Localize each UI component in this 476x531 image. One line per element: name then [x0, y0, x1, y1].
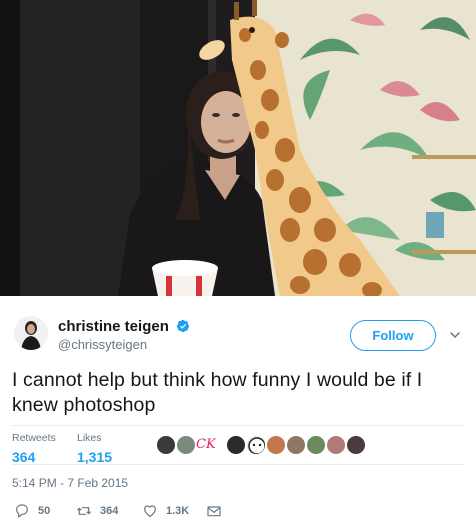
likes-label: Likes: [77, 432, 102, 444]
liker-avatar[interactable]: [326, 435, 346, 455]
follow-button[interactable]: Follow: [350, 320, 436, 351]
liker-avatar[interactable]: [346, 435, 366, 455]
tweet-photo[interactable]: [0, 0, 476, 296]
photo-image: [0, 0, 476, 296]
likes-stat[interactable]: Likes 1,315: [77, 432, 112, 466]
retweet-icon: [76, 507, 92, 515]
liker-avatar[interactable]: [246, 435, 266, 455]
tweet-card: christine teigen @chrissyteigen Follow I…: [0, 296, 476, 531]
divider: [12, 464, 464, 465]
verified-badge-icon: [176, 319, 190, 333]
liker-avatar[interactable]: [226, 435, 246, 455]
envelope-icon: [207, 506, 221, 517]
liker-avatar[interactable]: [176, 435, 196, 455]
liker-avatar[interactable]: [306, 435, 326, 455]
direct-message-button[interactable]: [206, 502, 230, 520]
liker-avatar-ck[interactable]: CK: [196, 435, 226, 455]
tweet-text: I cannot help but think how funny I woul…: [12, 369, 423, 416]
retweet-count: 364: [100, 505, 119, 517]
reply-button[interactable]: 50: [14, 502, 50, 520]
retweets-stat[interactable]: Retweets 364: [12, 432, 56, 466]
liker-avatar[interactable]: [266, 435, 286, 455]
reply-count: 50: [38, 505, 51, 517]
retweet-button[interactable]: 364: [76, 502, 118, 520]
avatar[interactable]: [14, 316, 48, 350]
heart-icon: [144, 505, 156, 517]
ck-monogram: CK: [196, 437, 216, 452]
chevron-down-icon[interactable]: [449, 329, 461, 341]
author-display-name[interactable]: christine teigen: [58, 318, 190, 336]
like-button[interactable]: 1.3K: [142, 502, 189, 520]
liker-avatar[interactable]: [286, 435, 306, 455]
reply-icon: [16, 504, 28, 518]
face-icon: [248, 437, 265, 454]
author-handle[interactable]: @chrissyteigen: [58, 337, 147, 353]
like-count: 1.3K: [166, 505, 190, 517]
author-name-text[interactable]: christine teigen: [58, 318, 169, 335]
liker-avatar[interactable]: [156, 435, 176, 455]
tweet-timestamp[interactable]: 5:14 PM - 7 Feb 2015: [12, 476, 128, 491]
person-avatar-icon: [14, 316, 48, 350]
retweets-label: Retweets: [12, 432, 56, 444]
divider: [12, 425, 464, 426]
